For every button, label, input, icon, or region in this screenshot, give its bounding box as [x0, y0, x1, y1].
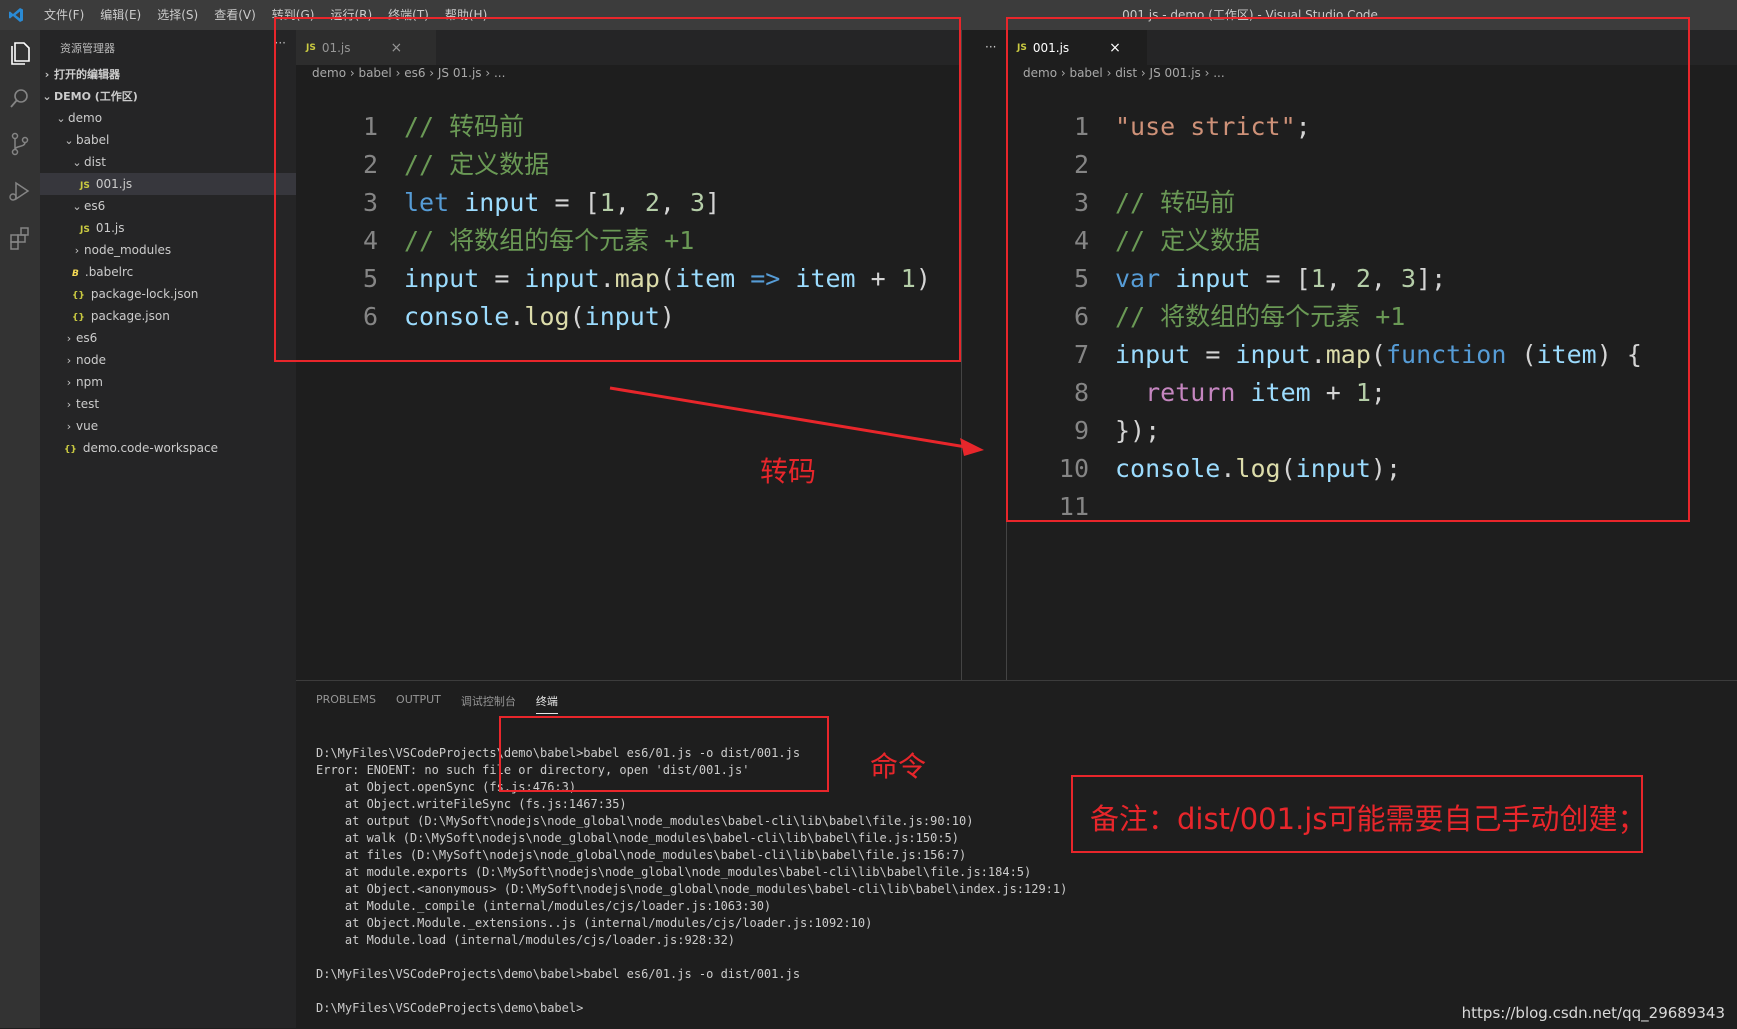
terminal-line: at Module._compile (internal/modules/cjs… — [316, 899, 772, 913]
chevron-right-icon: › — [66, 332, 72, 345]
terminal-line: at Object.Module._extensions..js (intern… — [316, 916, 873, 930]
tree-folder-test[interactable]: › test — [40, 393, 318, 415]
chevron-down-icon: ⌄ — [42, 90, 52, 103]
tree-label: demo.code-workspace — [82, 441, 218, 455]
tree-label: babel — [76, 133, 110, 147]
tree-label: es6 — [84, 199, 106, 213]
search-icon[interactable] — [6, 85, 34, 113]
tree-label: package-lock.json — [90, 287, 199, 301]
panel-tabs: PROBLEMS OUTPUT 调试控制台 终端 — [316, 693, 578, 714]
menu-edit[interactable]: 编辑(E) — [92, 0, 149, 30]
tree-label: dist — [84, 155, 106, 169]
editor-actions-more-icon[interactable]: ··· — [985, 40, 996, 54]
command-label: 命令 — [870, 750, 927, 783]
chevron-right-icon: › — [66, 420, 72, 433]
tree-label: node — [76, 353, 106, 367]
tree-folder-vue[interactable]: › vue — [40, 415, 318, 437]
tree-label: node_modules — [84, 243, 172, 257]
tree-folder-npm[interactable]: › npm — [40, 371, 318, 393]
explorer-icon[interactable] — [6, 38, 34, 66]
json-file-icon: {} — [72, 291, 85, 301]
command-highlight-box — [499, 716, 829, 792]
right-code-highlight-box — [1006, 17, 1690, 522]
tree-label: 01.js — [95, 221, 125, 235]
chevron-right-icon: › — [74, 244, 80, 257]
tree-label: package.json — [90, 309, 170, 323]
terminal-line: D:\MyFiles\VSCodeProjects\demo\babel> — [316, 1001, 584, 1015]
tree-label: vue — [76, 419, 99, 433]
terminal-line: at output (D:\MySoft\nodejs\node_global\… — [316, 814, 974, 828]
terminal-line: at Object.<anonymous> (D:\MySoft\nodejs\… — [316, 882, 1068, 896]
tree-file-workspace[interactable]: {} demo.code-workspace — [40, 437, 320, 459]
tree-label: .babelrc — [84, 265, 134, 279]
tree-label: npm — [76, 375, 103, 389]
terminal-line: at files (D:\MySoft\nodejs\node_global\n… — [316, 848, 967, 862]
chevron-right-icon: › — [44, 68, 50, 81]
js-file-icon: JS — [80, 181, 90, 191]
open-editors-label: 打开的编辑器 — [54, 68, 120, 81]
tree-folder-demo[interactable]: ⌄ demo — [40, 107, 310, 129]
explorer-sidebar: 资源管理器 ··· › 打开的编辑器 ⌄ DEMO (工作区) ⌄ demo ⌄ bab… — [40, 30, 336, 1028]
watermark: https://blog.csdn.net/qq_29689343 — [1461, 1004, 1725, 1022]
chevron-down-icon: ⌄ — [56, 112, 66, 125]
chevron-right-icon: › — [66, 354, 72, 367]
terminal-line: at Object.writeFileSync (fs.js:1467:35) — [316, 797, 627, 811]
tab-terminal[interactable]: 终端 — [535, 693, 558, 714]
tree-label: test — [76, 397, 100, 411]
workspace-label: DEMO (工作区) — [54, 90, 138, 103]
chevron-down-icon: ⌄ — [64, 134, 74, 147]
vscode-logo-icon — [9, 8, 23, 22]
chevron-down-icon: ⌄ — [72, 156, 82, 169]
chevron-right-icon: › — [66, 376, 72, 389]
tree-label: demo — [68, 111, 103, 125]
js-file-icon: JS — [80, 225, 90, 235]
tab-output[interactable]: OUTPUT — [396, 693, 441, 714]
menu-file[interactable]: 文件(F) — [36, 0, 92, 30]
open-editors-section[interactable]: › 打开的编辑器 — [40, 64, 296, 86]
menu-view[interactable]: 查看(V) — [206, 0, 264, 30]
workspace-section[interactable]: ⌄ DEMO (工作区) — [40, 86, 296, 108]
left-code-highlight-box — [274, 17, 961, 362]
extensions-icon[interactable] — [6, 224, 34, 252]
tree-label: es6 — [76, 331, 98, 345]
source-control-icon[interactable] — [6, 130, 34, 158]
json-file-icon: {} — [64, 445, 77, 455]
terminal-line: D:\MyFiles\VSCodeProjects\demo\babel>bab… — [316, 967, 801, 981]
babel-file-icon: B — [72, 269, 79, 279]
menu-selection[interactable]: 选择(S) — [149, 0, 206, 30]
chevron-right-icon: › — [66, 398, 72, 411]
json-file-icon: {} — [72, 313, 85, 323]
tab-debug-console[interactable]: 调试控制台 — [461, 693, 516, 714]
transcode-arrow-icon — [609, 386, 984, 456]
tree-label: 001.js — [95, 177, 133, 191]
tab-problems[interactable]: PROBLEMS — [316, 693, 376, 714]
transcode-label: 转码 — [760, 455, 817, 488]
explorer-title: 资源管理器 — [60, 42, 115, 55]
terminal-line: at walk (D:\MySoft\nodejs\node_global\no… — [316, 831, 959, 845]
activity-bar — [0, 30, 40, 1028]
note-text: 备注：dist/001.js可能需要自己手动创建； — [1090, 802, 1647, 836]
run-debug-icon[interactable] — [6, 177, 34, 205]
terminal-line: at module.exports (D:\MySoft\nodejs\node… — [316, 865, 1032, 879]
terminal-line: at Module.load (internal/modules/cjs/loa… — [316, 933, 736, 947]
chevron-down-icon: ⌄ — [72, 200, 82, 213]
